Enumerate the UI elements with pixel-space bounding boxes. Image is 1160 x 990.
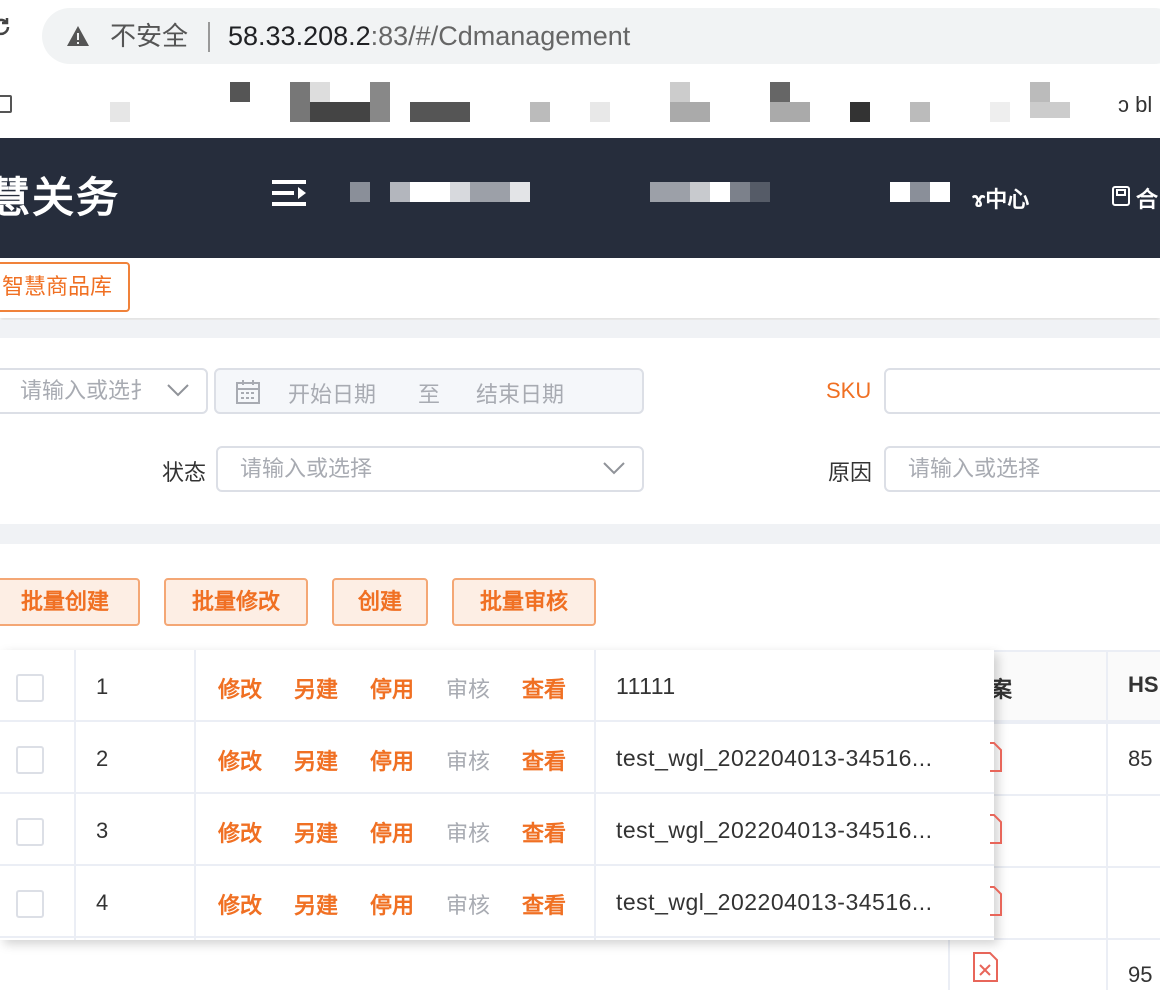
- hs-cell: 95: [1128, 962, 1153, 987]
- view-link[interactable]: 查看: [522, 744, 566, 776]
- view-link[interactable]: 查看: [522, 888, 566, 920]
- copy-link[interactable]: 另建: [294, 672, 338, 704]
- section-gap: [0, 320, 1160, 338]
- disable-link[interactable]: 停用: [370, 744, 414, 776]
- column-header-hs: HS: [1128, 672, 1159, 697]
- url-host: 58.33.208.2: [228, 21, 371, 51]
- view-link[interactable]: 查看: [522, 816, 566, 848]
- section-gap: [0, 524, 1160, 544]
- filter-panel: [0, 338, 1160, 524]
- row-index: 4: [96, 890, 109, 915]
- create-button[interactable]: 创建: [332, 578, 428, 626]
- warning-icon[interactable]: [66, 24, 90, 48]
- edit-link[interactable]: 修改: [218, 816, 262, 848]
- row-checkbox[interactable]: [16, 818, 44, 846]
- review-link[interactable]: 审核: [446, 672, 490, 704]
- view-link[interactable]: 查看: [522, 672, 566, 704]
- tabs-bar: [0, 258, 1160, 318]
- batch-create-button[interactable]: 批量创建: [0, 578, 140, 626]
- row-index: 1: [96, 674, 109, 699]
- url-path: :83/#/Cdmanagement: [370, 21, 631, 51]
- menu-toggle-icon[interactable]: [272, 178, 308, 208]
- url-text[interactable]: 58.33.208.2:83/#/Cdmanagement: [228, 20, 630, 52]
- table-row: [0, 650, 994, 722]
- reason-select[interactable]: 请输入或选择: [884, 446, 1160, 492]
- name-cell: 11111: [616, 673, 676, 699]
- name-cell: test_wgl_202204013-34516...: [616, 745, 933, 771]
- row-checkbox[interactable]: [16, 890, 44, 918]
- pdf-file-icon[interactable]: [990, 886, 1002, 916]
- chevron-down-icon[interactable]: [602, 460, 626, 476]
- review-link[interactable]: 审核: [446, 744, 490, 776]
- edit-link[interactable]: 修改: [218, 744, 262, 776]
- sku-input[interactable]: [884, 368, 1160, 414]
- start-date-input[interactable]: 开始日期: [288, 377, 376, 409]
- edit-link[interactable]: 修改: [218, 672, 262, 704]
- disable-link[interactable]: 停用: [370, 816, 414, 848]
- disable-link[interactable]: 停用: [370, 888, 414, 920]
- chevron-down-icon[interactable]: [166, 382, 190, 398]
- batch-review-button[interactable]: 批量审核: [452, 578, 596, 626]
- url-separator: [208, 22, 210, 52]
- pdf-file-icon[interactable]: [972, 952, 998, 982]
- pdf-file-icon[interactable]: [990, 814, 1002, 844]
- edit-link[interactable]: 修改: [218, 888, 262, 920]
- disable-link[interactable]: 停用: [370, 672, 414, 704]
- folder-icon[interactable]: [0, 95, 12, 113]
- name-cell: test_wgl_202204013-34516...: [616, 817, 933, 843]
- row-index: 2: [96, 746, 109, 771]
- nav-item-center[interactable]: ɤ中心: [972, 182, 1029, 214]
- row-index: 3: [96, 818, 109, 843]
- bookmark-item-tail[interactable]: ɔ bl: [1118, 92, 1152, 118]
- status-select[interactable]: 请输入或选择: [216, 446, 644, 492]
- pdf-file-icon[interactable]: [990, 742, 1002, 772]
- calendar-icon: [236, 380, 260, 404]
- copy-link[interactable]: 另建: [294, 888, 338, 920]
- row-checkbox[interactable]: [16, 746, 44, 774]
- end-date-input[interactable]: 结束日期: [476, 377, 564, 409]
- copy-link[interactable]: 另建: [294, 744, 338, 776]
- batch-edit-button[interactable]: 批量修改: [164, 578, 308, 626]
- row-checkbox[interactable]: [16, 674, 44, 702]
- copy-link[interactable]: 另建: [294, 816, 338, 848]
- app-title: 慧关务: [0, 174, 121, 221]
- reason-label: 原因: [828, 460, 873, 485]
- document-icon[interactable]: [1112, 186, 1130, 206]
- status-label: 状态: [162, 460, 207, 485]
- name-cell: test_wgl_202204013-34516...: [616, 889, 933, 915]
- sku-label: SKU: [826, 378, 872, 403]
- tab-smart-product-library[interactable]: 智慧商品库: [0, 262, 131, 312]
- date-separator: 至: [418, 382, 441, 407]
- nav-item-contract[interactable]: 合: [1136, 182, 1158, 214]
- reload-icon[interactable]: [0, 16, 12, 38]
- insecure-label[interactable]: 不安全: [110, 20, 188, 52]
- hs-cell: 85: [1128, 746, 1153, 771]
- review-link[interactable]: 审核: [446, 816, 490, 848]
- bookmarks-bar: [0, 72, 1160, 139]
- review-link[interactable]: 审核: [446, 888, 490, 920]
